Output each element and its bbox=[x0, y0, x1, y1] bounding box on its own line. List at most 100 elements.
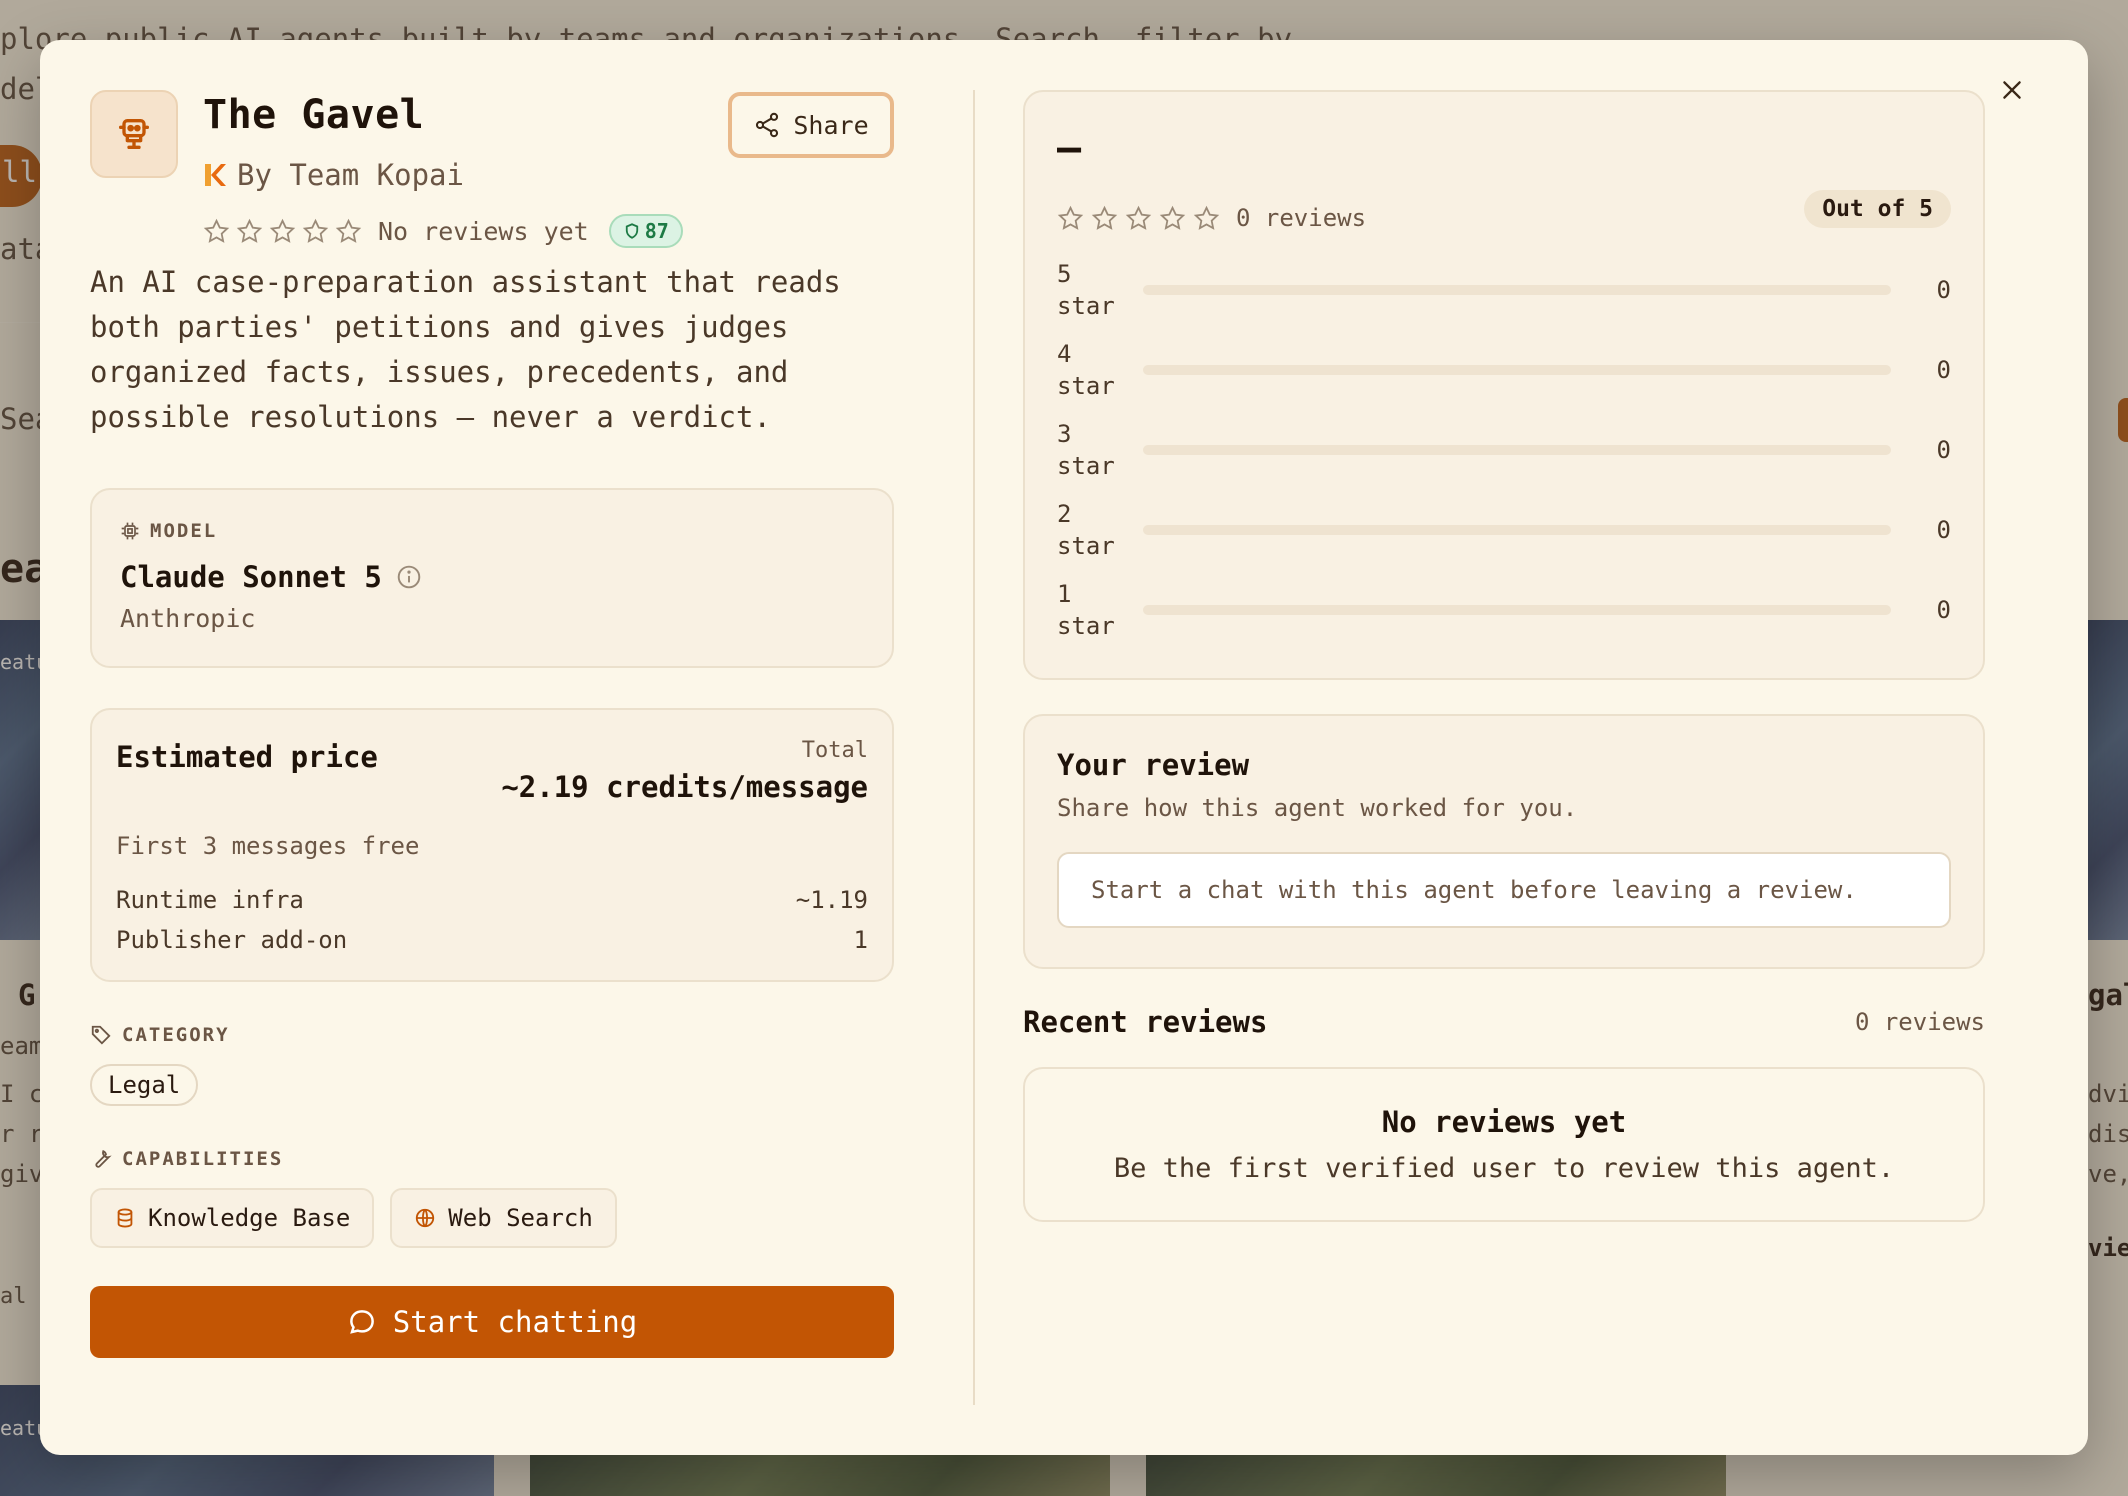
distribution-count: 0 bbox=[1936, 596, 1951, 624]
start-chatting-label: Start chatting bbox=[392, 1305, 638, 1339]
tag-icon bbox=[91, 1025, 111, 1045]
agent-publisher: By Team Kopai bbox=[203, 158, 464, 192]
price-row-label: Runtime infra bbox=[116, 886, 304, 914]
rating-distribution-row: 2 star 0 bbox=[1057, 498, 1951, 562]
rating-distribution-row: 5 star 0 bbox=[1057, 258, 1951, 322]
model-name-text: Claude Sonnet 5 bbox=[120, 560, 382, 594]
category-section-label: CATEGORY bbox=[90, 1024, 894, 1046]
review-input[interactable]: Start a chat with this agent before leav… bbox=[1057, 852, 1951, 928]
average-rating: — bbox=[1057, 125, 1082, 171]
cpu-icon bbox=[121, 522, 139, 540]
distribution-label: 5 star bbox=[1057, 260, 1115, 320]
capabilities-label: CAPABILITIES bbox=[122, 1148, 284, 1170]
rating-distribution-row: 4 star 0 bbox=[1057, 338, 1951, 402]
rating-distribution-row: 1 star 0 bbox=[1057, 578, 1951, 642]
distribution-label: 3 star bbox=[1057, 420, 1115, 480]
star-icon bbox=[335, 218, 362, 243]
price-row-value: 1 bbox=[853, 926, 868, 954]
globe-icon bbox=[416, 1208, 435, 1228]
price-row: Publisher add-on 1 bbox=[116, 926, 868, 954]
capability-web-search: Web Search bbox=[390, 1188, 617, 1248]
your-review-card: Your review Share how this agent worked … bbox=[1023, 714, 1985, 969]
agent-info-column: The Gavel By Team Kopai No reviews yet 8… bbox=[90, 90, 894, 1358]
share-label: Share bbox=[793, 110, 869, 140]
star-icon bbox=[302, 218, 329, 243]
verification-badge: 87 bbox=[608, 214, 683, 248]
close-button[interactable] bbox=[1990, 68, 2034, 112]
price-free-messages: First 3 messages free bbox=[116, 832, 420, 860]
agent-description: An AI case-preparation assistant that re… bbox=[90, 265, 841, 434]
model-section-label: MODEL bbox=[120, 520, 864, 542]
agent-by-label: By Team Kopai bbox=[237, 158, 464, 192]
close-icon bbox=[2003, 81, 2021, 99]
start-chatting-button[interactable]: Start chatting bbox=[90, 1286, 894, 1358]
rating-summary-card: — 0 reviews Out of 5 5 star 0 4 star 0 3… bbox=[1023, 90, 1985, 680]
distribution-label: 1 star bbox=[1057, 580, 1115, 640]
verification-score: 87 bbox=[644, 219, 669, 243]
star-icon bbox=[203, 218, 230, 243]
distribution-bar bbox=[1143, 285, 1891, 295]
star-rating bbox=[203, 218, 362, 245]
model-name: Claude Sonnet 5 bbox=[120, 560, 864, 594]
wrench-icon bbox=[95, 1149, 112, 1168]
reviews-summary: No reviews yet bbox=[378, 216, 589, 246]
reviews-count: 0 reviews bbox=[1236, 204, 1367, 232]
rating-distribution-row: 3 star 0 bbox=[1057, 418, 1951, 482]
capabilities-list: Knowledge Base Web Search bbox=[90, 1188, 894, 1248]
agent-avatar bbox=[90, 90, 178, 178]
recent-reviews-header: Recent reviews 0 reviews bbox=[1023, 1005, 1985, 1039]
your-review-subtitle: Share how this agent worked for you. bbox=[1057, 794, 1578, 822]
agent-title: The Gavel bbox=[203, 92, 425, 138]
star-icon bbox=[1057, 205, 1084, 230]
distribution-bar bbox=[1143, 445, 1891, 455]
distribution-count: 0 bbox=[1936, 276, 1951, 304]
star-icon bbox=[1091, 205, 1118, 230]
star-rating bbox=[1057, 205, 1220, 232]
column-divider bbox=[973, 90, 975, 1405]
distribution-count: 0 bbox=[1936, 516, 1951, 544]
distribution-count: 0 bbox=[1936, 356, 1951, 384]
star-icon bbox=[1159, 205, 1186, 230]
share-button[interactable]: Share bbox=[728, 92, 894, 158]
star-icon bbox=[269, 218, 296, 243]
out-of-badge: Out of 5 bbox=[1804, 190, 1951, 228]
model-label: MODEL bbox=[150, 520, 218, 542]
model-provider: Anthropic bbox=[120, 604, 256, 633]
info-icon[interactable] bbox=[396, 564, 422, 590]
distribution-label: 4 star bbox=[1057, 340, 1115, 400]
empty-state-title: No reviews yet bbox=[1381, 1105, 1627, 1139]
price-card: Estimated price Total ~2.19 credits/mess… bbox=[90, 708, 894, 982]
robot-icon bbox=[119, 118, 149, 149]
distribution-count: 0 bbox=[1936, 436, 1951, 464]
distribution-bar bbox=[1143, 365, 1891, 375]
price-row-label: Publisher add-on bbox=[116, 926, 348, 954]
model-card: MODEL Claude Sonnet 5 Anthropic bbox=[90, 488, 894, 668]
capability-label: Knowledge Base bbox=[148, 1204, 351, 1232]
review-input-placeholder: Start a chat with this agent before leav… bbox=[1091, 876, 1857, 904]
recent-reviews-title: Recent reviews bbox=[1023, 1005, 1268, 1039]
price-title: Estimated price bbox=[116, 740, 378, 774]
database-icon bbox=[117, 1208, 133, 1228]
shield-icon bbox=[625, 223, 638, 239]
star-icon bbox=[236, 218, 263, 243]
price-row: Runtime infra ~1.19 bbox=[116, 886, 868, 914]
star-icon bbox=[1125, 205, 1152, 230]
category-chip[interactable]: Legal bbox=[90, 1064, 199, 1106]
agent-detail-modal: The Gavel By Team Kopai No reviews yet 8… bbox=[40, 40, 2088, 1455]
price-total: ~2.19 credits/message bbox=[501, 770, 868, 804]
recent-reviews-count: 0 reviews bbox=[1854, 1008, 1985, 1036]
share-icon bbox=[756, 112, 779, 138]
capabilities-section-label: CAPABILITIES bbox=[90, 1148, 894, 1170]
agent-rating-row: No reviews yet 87 bbox=[203, 214, 683, 248]
price-row-value: ~1.19 bbox=[795, 886, 868, 914]
agent-header: The Gavel By Team Kopai No reviews yet 8… bbox=[90, 90, 894, 260]
category-label: CATEGORY bbox=[122, 1024, 230, 1046]
capability-label: Web Search bbox=[448, 1204, 593, 1232]
chat-bubble-icon bbox=[349, 1310, 374, 1334]
reviews-column: — 0 reviews Out of 5 5 star 0 4 star 0 3… bbox=[1023, 90, 1985, 1222]
distribution-bar bbox=[1143, 605, 1891, 615]
distribution-label: 2 star bbox=[1057, 500, 1115, 560]
distribution-bar bbox=[1143, 525, 1891, 535]
star-icon bbox=[1193, 205, 1220, 230]
empty-state-subtitle: Be the first verified user to review thi… bbox=[1113, 1153, 1895, 1184]
